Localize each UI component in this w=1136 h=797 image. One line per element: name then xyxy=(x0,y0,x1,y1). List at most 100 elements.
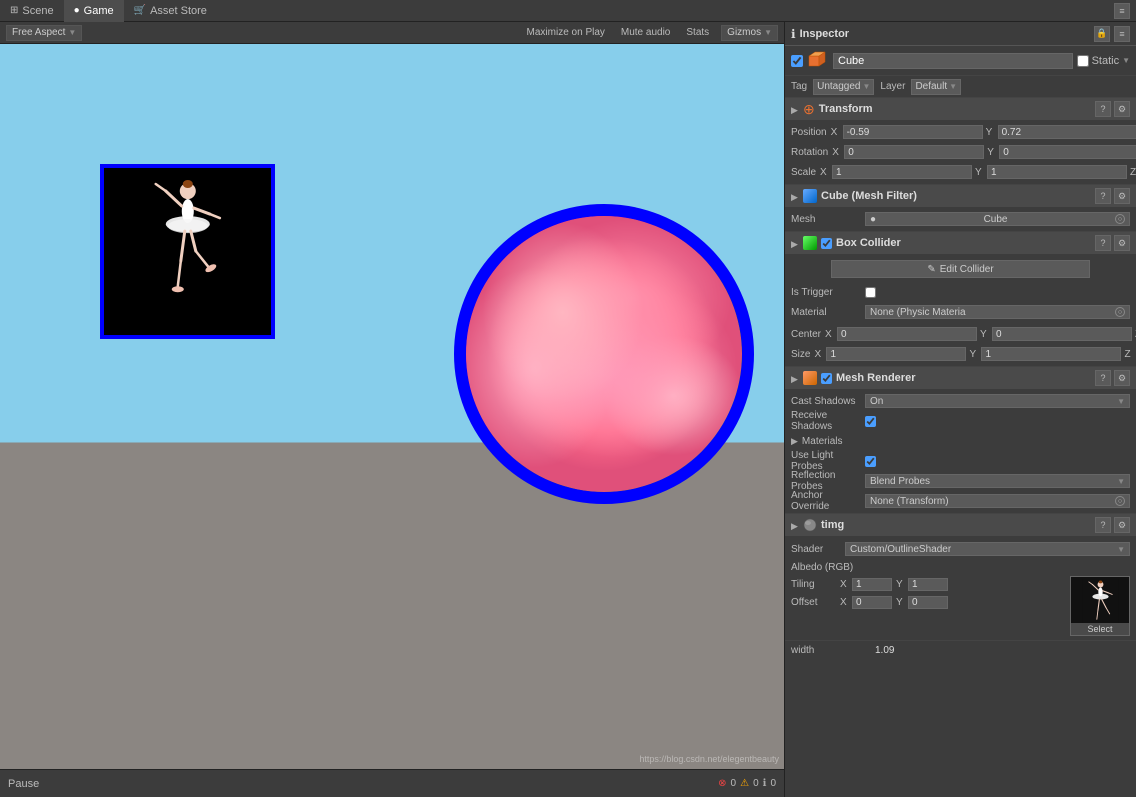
is-trigger-row: Is Trigger xyxy=(791,283,1130,301)
mesh-renderer-enabled[interactable] xyxy=(821,373,832,384)
box-collider-enabled[interactable] xyxy=(821,238,832,249)
maximize-on-play-btn[interactable]: Maximize on Play xyxy=(523,26,609,39)
transform-title: Transform xyxy=(819,103,1091,115)
sy-input[interactable] xyxy=(981,347,1121,361)
cast-shadows-dropdown[interactable]: On ▼ xyxy=(865,394,1130,408)
pos-y-label: Y xyxy=(986,127,996,138)
inspector-lock-btn[interactable]: 🔒 xyxy=(1094,26,1110,42)
scale-row: Scale X Y Z xyxy=(791,163,1130,181)
offset-y-label: Y xyxy=(896,597,906,608)
tab-scene-label: Scene xyxy=(22,5,53,17)
pause-label: Pause xyxy=(8,778,39,790)
sx-input[interactable] xyxy=(826,347,966,361)
tag-arrow: ▼ xyxy=(863,82,871,91)
free-aspect-arrow: ▼ xyxy=(68,28,76,37)
position-label: Position xyxy=(791,127,827,138)
cy-input[interactable] xyxy=(992,327,1132,341)
rot-x-input[interactable] xyxy=(844,145,984,159)
obj-active-checkbox[interactable] xyxy=(791,55,803,67)
box-collider-title: Box Collider xyxy=(836,237,1091,249)
scale-y-label: Y xyxy=(975,167,985,178)
sy-field: Y xyxy=(969,347,1121,361)
tab-scene[interactable]: ⊞ Scene xyxy=(0,0,64,22)
transform-settings-btn[interactable]: ⚙ xyxy=(1114,101,1130,117)
tiling-x-input[interactable] xyxy=(852,578,892,591)
mesh-select-btn[interactable]: ○ xyxy=(1115,214,1125,224)
cx-input[interactable] xyxy=(837,327,977,341)
anchor-override-value: None (Transform) ○ xyxy=(865,494,1130,508)
use-light-probes-checkbox[interactable] xyxy=(865,456,876,467)
receive-shadows-checkbox[interactable] xyxy=(865,416,876,427)
material-icon xyxy=(803,518,817,532)
mesh-renderer-help-btn[interactable]: ? xyxy=(1095,370,1111,386)
is-trigger-label: Is Trigger xyxy=(791,287,861,298)
reflection-probes-label: Reflection Probes xyxy=(791,470,861,492)
viewport: https://blog.csdn.net/elegentbeauty xyxy=(0,44,784,769)
tiling-xy: X Y xyxy=(840,578,948,591)
inspector-menu-btn[interactable]: ≡ xyxy=(1114,26,1130,42)
scale-y-input[interactable] xyxy=(987,165,1127,179)
tiling-y-input[interactable] xyxy=(908,578,948,591)
material-toggle: ▶ xyxy=(791,521,799,529)
tiling-x-label: X xyxy=(840,579,850,590)
box-collider-settings-btn[interactable]: ⚙ xyxy=(1114,235,1130,251)
material-name: timg xyxy=(821,519,1091,531)
mesh-filter-help-btn[interactable]: ? xyxy=(1095,188,1111,204)
anchor-select-btn[interactable]: ○ xyxy=(1115,496,1125,506)
size-label: Size xyxy=(791,349,810,360)
reflection-probes-dropdown[interactable]: Blend Probes ▼ xyxy=(865,474,1130,488)
gizmos-dropdown[interactable]: Gizmos ▼ xyxy=(721,25,778,41)
free-aspect-label: Free Aspect xyxy=(12,27,65,38)
material-help-btn[interactable]: ? xyxy=(1095,517,1111,533)
material-section: ▶ timg ? ⚙ Shader Custom/OutlineShader xyxy=(785,514,1136,641)
cx-label: X xyxy=(825,329,835,340)
transform-help-btn[interactable]: ? xyxy=(1095,101,1111,117)
box-collider-help-btn[interactable]: ? xyxy=(1095,235,1111,251)
tiling-label: Tiling xyxy=(791,579,836,590)
offset-x-input[interactable] xyxy=(852,596,892,609)
collider-material-select-btn[interactable]: ○ xyxy=(1115,307,1125,317)
scene-tab-icon: ⊞ xyxy=(10,5,18,16)
materials-row: ▶ Materials xyxy=(791,432,1130,450)
edit-collider-btn[interactable]: ✎ Edit Collider xyxy=(831,260,1090,278)
layer-dropdown[interactable]: Default ▼ xyxy=(911,79,961,95)
pos-y-input[interactable] xyxy=(998,125,1136,139)
mute-audio-btn[interactable]: Mute audio xyxy=(617,26,674,39)
free-aspect-dropdown[interactable]: Free Aspect ▼ xyxy=(6,25,82,41)
static-checkbox[interactable] xyxy=(1077,55,1089,67)
is-trigger-checkbox[interactable] xyxy=(865,287,876,298)
watermark: https://blog.csdn.net/elegentbeauty xyxy=(639,754,779,764)
obj-name-input[interactable] xyxy=(833,53,1073,69)
stats-btn[interactable]: Stats xyxy=(682,26,713,39)
cast-shadows-label: Cast Shadows xyxy=(791,396,861,407)
inspector-panel: ℹ Inspector 🔒 ≡ Static ▼ Tag xyxy=(784,22,1136,797)
shader-dropdown[interactable]: Custom/OutlineShader ▼ xyxy=(845,542,1130,556)
mesh-renderer-settings-btn[interactable]: ⚙ xyxy=(1114,370,1130,386)
scale-x-input[interactable] xyxy=(832,165,972,179)
tag-dropdown[interactable]: Untagged ▼ xyxy=(813,79,874,95)
scale-y-field: Y xyxy=(975,165,1127,179)
use-light-probes-row: Use Light Probes xyxy=(791,452,1130,470)
ballerina-figure xyxy=(104,168,271,335)
transform-header[interactable]: ▶ ⊕ Transform ? ⚙ xyxy=(785,98,1136,120)
receive-shadows-row: Receive Shadows xyxy=(791,412,1130,430)
mesh-filter-section: ▶ Cube (Mesh Filter) ? ⚙ Mesh ● Cube ○ xyxy=(785,185,1136,232)
material-settings-btn[interactable]: ⚙ xyxy=(1114,517,1130,533)
offset-y-input[interactable] xyxy=(908,596,948,609)
box-collider-header[interactable]: ▶ Box Collider ? ⚙ xyxy=(785,232,1136,254)
mesh-renderer-header[interactable]: ▶ Mesh Renderer ? ⚙ xyxy=(785,367,1136,389)
scale-z-label: Z xyxy=(1130,167,1136,178)
mesh-filter-settings-btn[interactable]: ⚙ xyxy=(1114,188,1130,204)
tab-asset-store[interactable]: 🛒 Asset Store xyxy=(124,0,217,22)
mesh-filter-header[interactable]: ▶ Cube (Mesh Filter) ? ⚙ xyxy=(785,185,1136,207)
albedo-select-label[interactable]: Select xyxy=(1071,623,1129,635)
tab-game[interactable]: ● Game xyxy=(64,0,124,22)
tab-asset-store-label: Asset Store xyxy=(150,5,207,17)
rot-y-input[interactable] xyxy=(999,145,1136,159)
static-dropdown-arrow[interactable]: ▼ xyxy=(1122,56,1130,65)
panel-menu-btn[interactable]: ≡ xyxy=(1114,3,1130,19)
pos-x-input[interactable] xyxy=(843,125,983,139)
reflection-probes-value: Blend Probes xyxy=(870,476,930,487)
materials-toggle[interactable]: ▶ xyxy=(791,436,798,447)
material-header[interactable]: ▶ timg ? ⚙ xyxy=(785,514,1136,536)
